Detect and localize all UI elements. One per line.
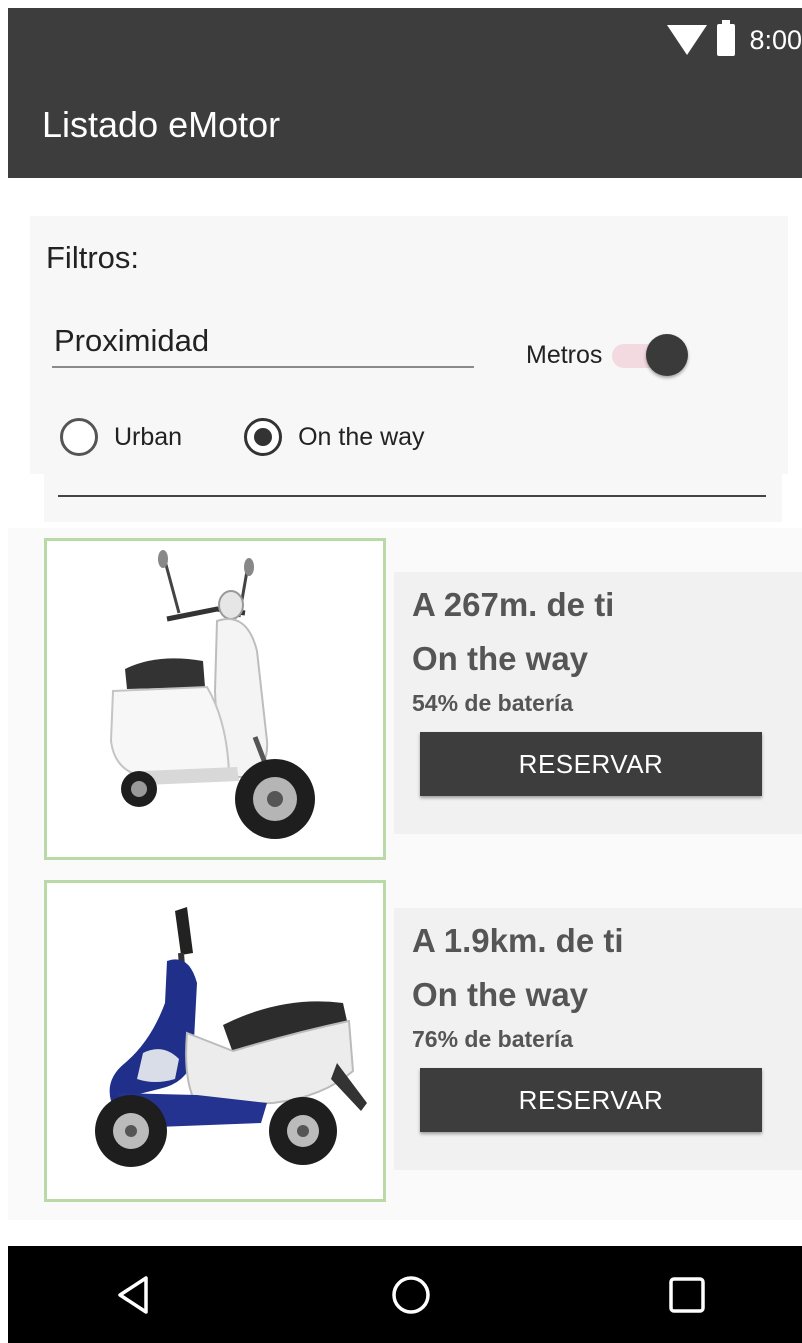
- listing-info: A 1.9km. de ti On the way 76% de batería…: [394, 908, 802, 1170]
- metros-switch[interactable]: [608, 334, 689, 376]
- listing-info: A 267m. de ti On the way 54% de batería …: [394, 572, 802, 834]
- radio-urban-label[interactable]: Urban: [114, 423, 182, 452]
- category-radio-group: Urban On the way: [60, 418, 487, 456]
- filters-divider: [58, 495, 766, 497]
- page-title: Listado eMotor: [42, 104, 281, 145]
- radio-on-the-way-circle[interactable]: [244, 418, 283, 456]
- listing-distance: A 267m. de ti: [412, 586, 615, 623]
- scooter-photo: [44, 538, 386, 860]
- navigation-bar: [8, 1246, 802, 1343]
- list-item: A 1.9km. de ti On the way 76% de batería…: [8, 880, 802, 1210]
- listing-panel: A 267m. de ti On the way 54% de batería …: [8, 528, 802, 1220]
- reserve-button[interactable]: RESERVAR: [420, 1068, 762, 1132]
- metros-toggle-group: Metros: [526, 334, 689, 376]
- proximity-input[interactable]: [52, 316, 474, 368]
- listing-distance: A 1.9km. de ti: [412, 922, 624, 959]
- metros-label: Metros: [526, 340, 603, 369]
- status-bar: 8:00: [667, 20, 802, 60]
- radio-on-the-way-label[interactable]: On the way: [298, 423, 424, 452]
- status-time: 8:00: [749, 24, 802, 55]
- filters-panel: Filtros: Metros Urban On the way: [30, 216, 788, 474]
- reserve-button[interactable]: RESERVAR: [420, 732, 762, 796]
- white-scooter-image: [109, 550, 315, 839]
- home-icon[interactable]: [388, 1272, 434, 1318]
- switch-thumb[interactable]: [646, 334, 689, 376]
- list-item: A 267m. de ti On the way 54% de batería …: [8, 538, 802, 868]
- filters-panel-extension: [44, 474, 782, 522]
- back-icon[interactable]: [112, 1272, 158, 1318]
- recents-icon[interactable]: [664, 1272, 710, 1318]
- radio-on-the-way[interactable]: On the way: [244, 418, 425, 456]
- battery-icon: [717, 20, 736, 56]
- listing-battery: 54% de batería: [412, 690, 574, 716]
- blue-scooter-image: [95, 907, 367, 1167]
- radio-urban-circle[interactable]: [60, 418, 98, 456]
- wifi-icon: [667, 25, 708, 55]
- screen: 8:00 Listado eMotor Filtros: Metros Urba…: [0, 0, 802, 1343]
- scooter-photo: [44, 880, 386, 1202]
- filters-label: Filtros:: [46, 240, 139, 275]
- listing-type: On the way: [412, 976, 589, 1013]
- listing-type: On the way: [412, 640, 589, 677]
- app-bar: 8:00 Listado eMotor: [8, 8, 802, 178]
- radio-urban[interactable]: Urban: [60, 418, 182, 456]
- listing-battery: 76% de batería: [412, 1026, 574, 1052]
